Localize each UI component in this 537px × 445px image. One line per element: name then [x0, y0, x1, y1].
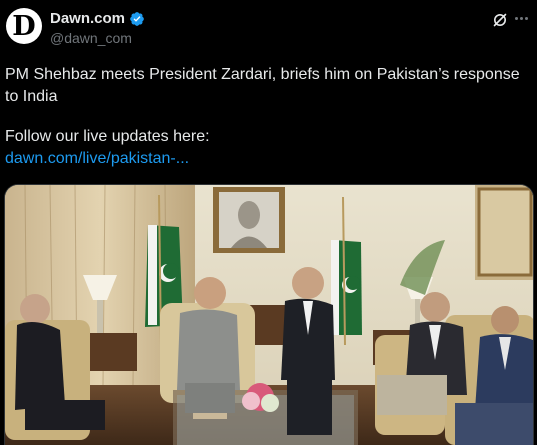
tweet-text-line-1: PM Shehbaz meets President Zardari, brie…: [5, 66, 520, 105]
account-avatar[interactable]: D: [6, 8, 42, 44]
more-horizontal-icon[interactable]: [510, 8, 532, 28]
tweet-post: D Dawn.com @dawn_com PM Shehbaz meets Pr…: [0, 0, 537, 445]
tweet-media-photo[interactable]: [4, 184, 534, 445]
tweet-text-line-2: Follow our live updates here:: [5, 128, 210, 145]
tweet-text: PM Shehbaz meets President Zardari, brie…: [5, 64, 530, 170]
author-name-row: Dawn.com: [50, 10, 145, 27]
display-name[interactable]: Dawn.com: [50, 10, 125, 27]
avatar-letter: D: [12, 11, 36, 42]
live-updates-link[interactable]: dawn.com/live/pakistan-...: [5, 150, 189, 167]
grok-slash-icon[interactable]: [492, 12, 508, 28]
meeting-photo: [5, 185, 533, 445]
verified-badge-icon: [130, 11, 144, 26]
account-handle[interactable]: @dawn_com: [50, 30, 132, 46]
